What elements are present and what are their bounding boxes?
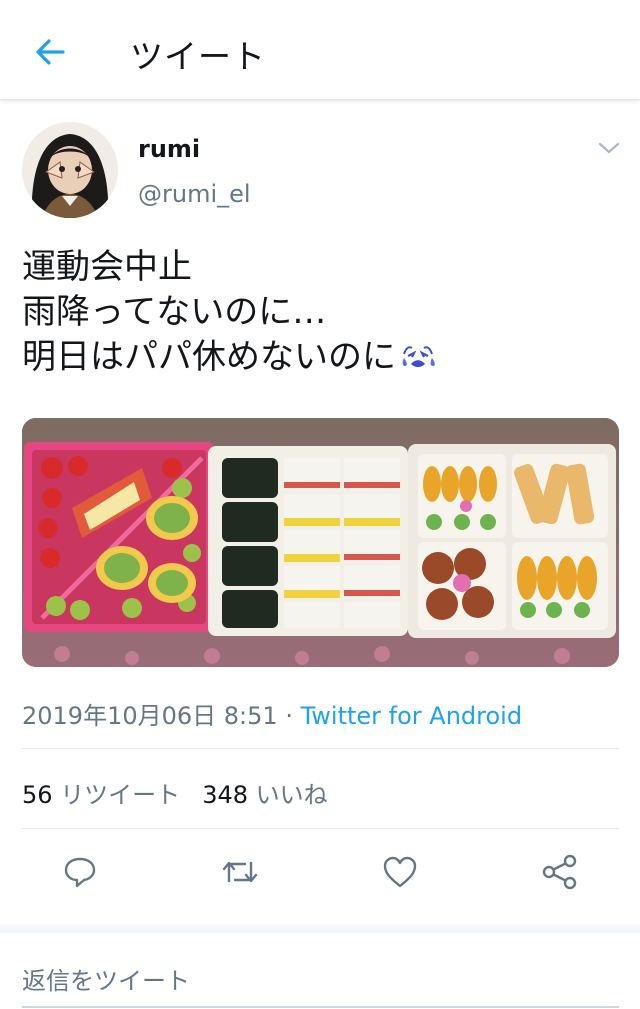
- metadata-separator: ·: [277, 702, 301, 730]
- share-button[interactable]: [538, 850, 582, 894]
- retweets-count: 56: [22, 781, 53, 809]
- retweets-label: リツイート: [60, 781, 181, 809]
- avatar[interactable]: [22, 122, 118, 218]
- heart-icon: [383, 856, 417, 888]
- arrow-left-icon: [36, 39, 65, 65]
- reply-input-underline: [22, 1006, 619, 1008]
- reply-button[interactable]: [58, 850, 102, 894]
- reply-icon: [64, 857, 96, 888]
- tweet-timestamp[interactable]: 2019年10月06日 8:51: [22, 702, 278, 730]
- retweet-icon: [222, 861, 258, 883]
- tweet-text-line: 明日はパパ休めないのに: [22, 335, 622, 384]
- tweet-stats: 56 リツイート 348 いいね: [22, 775, 328, 810]
- weary-crying-emoji: [400, 339, 436, 384]
- likes-count: 348: [202, 781, 248, 809]
- avatar-image: [22, 122, 118, 218]
- page-title: ツイート: [130, 37, 266, 76]
- tweet-text-line-content: 明日はパパ休めないのに: [22, 337, 396, 377]
- retweet-button[interactable]: [218, 850, 262, 894]
- tweet-menu-button[interactable]: [597, 140, 621, 156]
- author-name[interactable]: rumi: [138, 135, 200, 163]
- tweet-source-link[interactable]: Twitter for Android: [301, 702, 522, 730]
- author-handle[interactable]: @rumi_el: [138, 180, 251, 208]
- top-bar: ツイート: [0, 0, 640, 100]
- tweet-text-line: 雨降ってないのに…: [22, 292, 327, 332]
- chevron-down-icon: [598, 142, 620, 154]
- bento-photo: [22, 418, 619, 667]
- tweet-metadata: 2019年10月06日 8:51 · Twitter for Android: [22, 696, 522, 731]
- tweet-text: 運動会中止 雨降ってないのに… 明日はパパ休めないのに: [22, 245, 622, 384]
- reply-composer[interactable]: 返信をツイート: [0, 925, 640, 1009]
- tweet-media-photo[interactable]: [22, 418, 619, 667]
- divider: [22, 828, 619, 829]
- divider: [22, 748, 619, 749]
- share-icon: [542, 854, 577, 890]
- retweets-stat[interactable]: 56 リツイート: [22, 781, 180, 809]
- back-button[interactable]: [30, 32, 70, 72]
- reply-input[interactable]: 返信をツイート: [22, 961, 190, 996]
- tweet-actions: [0, 850, 640, 894]
- like-button[interactable]: [378, 850, 422, 894]
- likes-stat[interactable]: 348 いいね: [202, 781, 327, 809]
- tweet-text-line: 運動会中止: [22, 247, 192, 287]
- likes-label: いいね: [255, 781, 328, 809]
